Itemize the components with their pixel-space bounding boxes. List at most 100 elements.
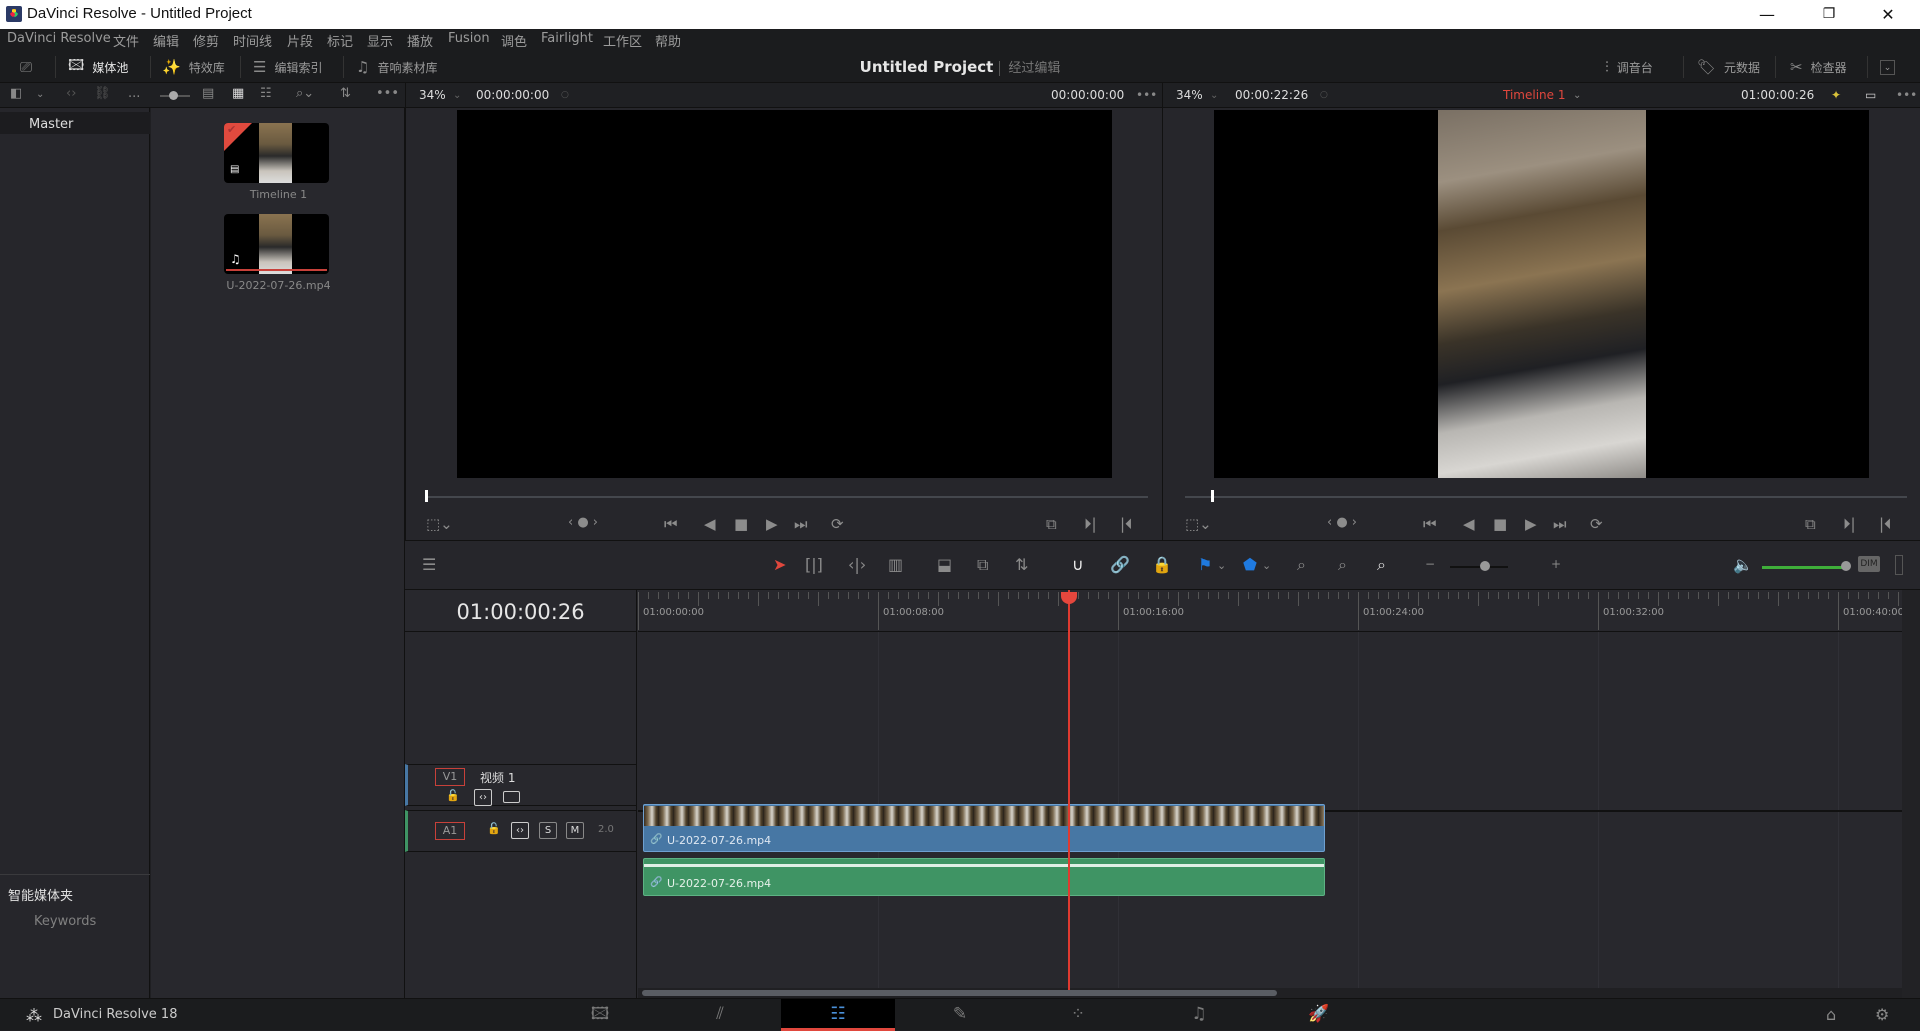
audio-clip[interactable]: 🔗 U-2022-07-26.mp4 — [643, 858, 1325, 896]
more-options-icon[interactable]: ••• — [1896, 88, 1917, 102]
mute-button[interactable]: M — [566, 822, 584, 839]
go-to-end-button[interactable]: ⏭ — [1553, 515, 1567, 533]
chevron-down-icon[interactable]: ⌄ — [1210, 90, 1218, 101]
zoom-slider-handle[interactable] — [1479, 561, 1490, 571]
viewer-mode-icon[interactable]: ▭ — [1865, 88, 1876, 102]
menu-fairlight[interactable]: Fairlight — [541, 31, 593, 46]
more-options-icon[interactable]: ••• — [1136, 88, 1157, 102]
zoom-in-button[interactable]: + — [1551, 557, 1561, 571]
volume-slider-handle[interactable] — [1841, 561, 1851, 571]
zoom-out-button[interactable]: − — [1425, 557, 1435, 571]
page-edit[interactable]: ☷ — [781, 999, 895, 1031]
thumbnail-view-icon[interactable]: ▦ — [232, 86, 244, 101]
track-id-v1[interactable]: V1 — [435, 768, 465, 786]
dynamic-trim-icon[interactable]: ‹|› — [848, 555, 866, 574]
more-options-icon[interactable]: ••• — [376, 86, 399, 101]
linked-selection-icon[interactable]: 🔗 — [1110, 555, 1130, 574]
chevron-down-icon[interactable]: ⌄ — [1573, 90, 1581, 101]
bin-list-toggle-icon[interactable]: ◧ — [10, 86, 22, 101]
play-button[interactable]: ▶ — [1525, 515, 1537, 533]
play-button[interactable]: ▶ — [766, 515, 778, 533]
home-icon[interactable]: ⌂ — [1826, 1005, 1836, 1024]
lock-icon[interactable]: 🔓 — [487, 822, 501, 835]
menu-workspace[interactable]: 工作区 — [603, 31, 642, 50]
page-color[interactable]: ⁘ — [1021, 999, 1135, 1031]
loop-button[interactable]: ⟳ — [1590, 515, 1603, 533]
snapping-icon[interactable]: ∪ — [1072, 555, 1084, 574]
media-item-timeline[interactable]: ✔ ▤ — [224, 123, 329, 183]
trim-tool-icon[interactable]: [|] — [805, 555, 823, 574]
timeline-zoom[interactable]: 34% — [1176, 88, 1203, 102]
playhead[interactable] — [1068, 590, 1070, 990]
loop-button[interactable]: ⟳ — [831, 515, 844, 533]
search-icon[interactable]: ⌕⌄ — [296, 86, 314, 101]
menu-playback[interactable]: 播放 — [407, 31, 433, 50]
position-lock-icon[interactable]: 🔒 — [1152, 555, 1172, 574]
track-visibility-button[interactable] — [503, 791, 520, 803]
timeline-scrubber-handle[interactable] — [1211, 490, 1214, 502]
lock-icon[interactable]: 🔓 — [446, 789, 460, 802]
track-name-v1[interactable]: 视频 1 — [480, 769, 515, 786]
mark-out-button[interactable]: |⏴ — [1879, 515, 1892, 533]
chevron-down-icon[interactable]: ⌄ — [1217, 559, 1226, 572]
go-to-end-button[interactable]: ⏭ — [794, 515, 808, 533]
chevron-down-icon[interactable]: ⌄ — [1262, 559, 1271, 572]
unlink-icon[interactable]: ⛓ — [94, 86, 111, 101]
media-item-video[interactable]: ♫ — [224, 214, 329, 274]
mark-out-button[interactable]: |⏴ — [1120, 515, 1133, 533]
menu-clip[interactable]: 片段 — [287, 31, 313, 50]
go-to-start-button[interactable]: ⏮ — [1423, 515, 1437, 533]
track-id-a1[interactable]: A1 — [435, 822, 465, 840]
selection-tool-icon[interactable]: ➤ — [773, 555, 786, 574]
page-fairlight[interactable]: ♫ — [1142, 999, 1256, 1031]
insert-clip-icon[interactable]: ⬓ — [937, 555, 952, 574]
menu-color[interactable]: 调色 — [501, 31, 527, 50]
volume-slider[interactable] — [1762, 566, 1845, 569]
page-cut[interactable]: ⫽ — [663, 999, 777, 1031]
menu-davinci[interactable]: DaVinci Resolve — [7, 31, 111, 46]
menu-trim[interactable]: 修剪 — [193, 31, 219, 50]
overwrite-clip-icon[interactable]: ⧉ — [977, 555, 988, 575]
go-to-start-button[interactable]: ⏮ — [664, 515, 678, 533]
timeline-ruler[interactable]: 01:00:00:00 01:00:08:00 01:00:16:00 01:0… — [638, 590, 1904, 632]
auto-select-button[interactable]: ‹› — [511, 822, 529, 839]
flag-icon[interactable]: ⚑ — [1198, 555, 1212, 574]
play-reverse-button[interactable]: ◀ — [1463, 515, 1475, 533]
auto-select-button[interactable]: ‹› — [474, 789, 492, 806]
path-more[interactable]: ... — [128, 86, 140, 101]
menu-help[interactable]: 帮助 — [655, 31, 681, 50]
bin-master[interactable]: Master — [0, 112, 150, 134]
safe-area-icon[interactable]: ⬚⌄ — [426, 515, 453, 533]
play-reverse-button[interactable]: ◀ — [704, 515, 716, 533]
color-viewer-icon[interactable]: ✦ — [1831, 88, 1841, 102]
source-scrubber[interactable] — [426, 496, 1148, 498]
marker-icon[interactable]: ⬟ — [1243, 555, 1257, 574]
menu-mark[interactable]: 标记 — [327, 31, 353, 50]
settings-gear-icon[interactable]: ⚙ — [1875, 1005, 1889, 1024]
chevron-down-icon[interactable]: ⌄ — [453, 90, 461, 101]
smart-bin-keywords[interactable]: Keywords — [34, 914, 96, 929]
mark-in-button[interactable]: ⏵| — [1843, 515, 1856, 533]
stop-button[interactable]: ■ — [734, 515, 748, 533]
timeline-vertical-scrollbar[interactable] — [1902, 590, 1920, 1000]
timeline-view-options-icon[interactable]: ☰ — [422, 555, 436, 574]
zoom-custom-icon[interactable]: ⌕ — [1377, 555, 1386, 575]
metadata-view-icon[interactable]: ▤ — [202, 86, 214, 101]
zoom-full-icon[interactable]: ⌕ — [1297, 555, 1306, 575]
minimize-button[interactable]: — — [1744, 0, 1790, 29]
zoom-slider[interactable] — [1450, 566, 1508, 568]
solo-button[interactable]: S — [539, 822, 557, 839]
match-frame-button[interactable]: ⧉ — [1046, 515, 1057, 533]
menu-fusion[interactable]: Fusion — [448, 31, 490, 46]
zoom-detail-icon[interactable]: ⌕ — [1338, 555, 1347, 575]
menu-file[interactable]: 文件 — [113, 31, 139, 50]
blade-tool-icon[interactable]: ▥ — [888, 555, 903, 574]
sort-icon[interactable]: ⇅ — [340, 86, 351, 101]
source-zoom[interactable]: 34% — [419, 88, 446, 102]
timeline-name[interactable]: Timeline 1 — [1503, 88, 1565, 102]
mark-in-button[interactable]: ⏵| — [1084, 515, 1097, 533]
dim-button[interactable]: DIM — [1858, 556, 1880, 572]
source-scrubber-handle[interactable] — [425, 490, 428, 502]
match-frame-button[interactable]: ⧉ — [1805, 515, 1816, 533]
jog-icon[interactable]: ‹ ● › — [568, 515, 598, 530]
